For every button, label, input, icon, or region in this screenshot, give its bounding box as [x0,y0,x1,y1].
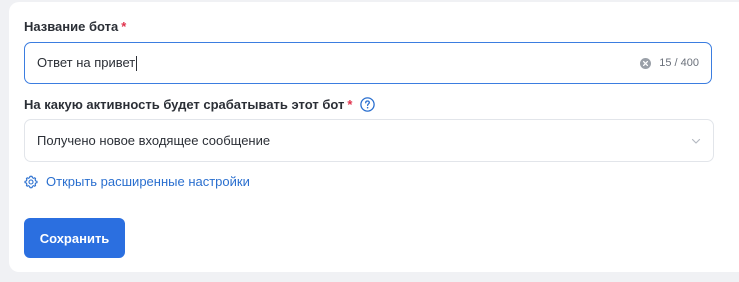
save-button[interactable]: Сохранить [24,218,125,258]
question-circle-icon[interactable] [360,97,376,112]
bot-name-label: Название бота * [24,19,126,34]
trigger-label-text: На какую активность будет срабатывать эт… [24,97,345,112]
chevron-down-icon [691,136,701,146]
required-mark: * [347,97,353,112]
bot-name-label-text: Название бота [24,19,119,34]
bot-name-input-value: Ответ на привет [37,54,640,72]
bot-name-input-text: Ответ на привет [37,54,136,70]
clear-circle-icon[interactable] [640,57,652,69]
bot-name-input[interactable]: Ответ на привет 15 / 400 [24,42,712,84]
text-caret [136,56,138,72]
gear-icon [24,175,38,189]
trigger-select[interactable]: Получено новое входящее сообщение [24,119,714,162]
trigger-select-value: Получено новое входящее сообщение [37,133,271,148]
advanced-settings-link[interactable]: Открыть расширенные настройки [24,174,250,189]
required-mark: * [121,19,127,34]
advanced-settings-link-text: Открыть расширенные настройки [46,174,250,189]
char-counter: 15 / 400 [659,57,699,69]
trigger-label: На какую активность будет срабатывать эт… [24,97,376,112]
